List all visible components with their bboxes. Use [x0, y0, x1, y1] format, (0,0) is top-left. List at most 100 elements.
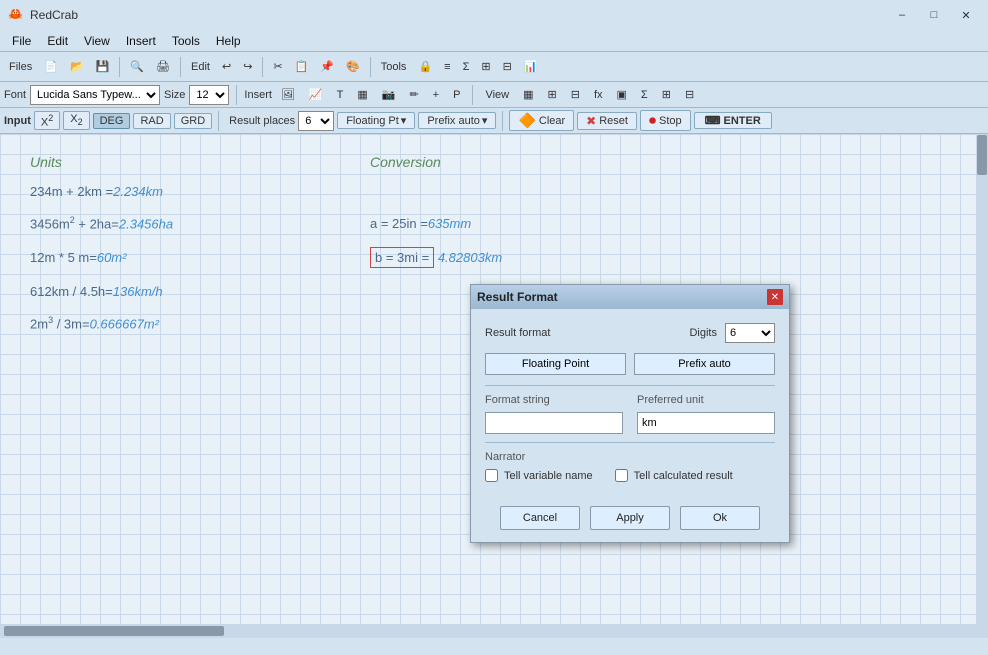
tb-new-button[interactable]: 📄 [39, 57, 63, 76]
ok-button[interactable]: Ok [680, 506, 760, 530]
floating-pt-button[interactable]: Floating Pt ▾ [337, 112, 415, 129]
tb-copy-button[interactable]: 📋 [290, 57, 314, 76]
result-places-select[interactable]: 6 2 4 8 [298, 111, 334, 131]
tb-list-button[interactable]: ≡ [439, 58, 455, 76]
tb-chart-button[interactable]: 📊 [519, 57, 543, 76]
format-string-input[interactable] [485, 412, 623, 434]
tb-undo-button[interactable]: ↩ [217, 57, 236, 76]
view-button[interactable]: View [480, 86, 514, 104]
expr-4: 612km / 4.5h=136km/h [30, 284, 370, 299]
input-bar: Input X2 X2 DEG RAD GRD Result places 6 … [0, 108, 988, 134]
lock-icon: 🔒 [418, 60, 432, 73]
maximize-button[interactable]: □ [920, 5, 948, 25]
insert-p-button[interactable]: P [448, 86, 465, 104]
view-cols-button[interactable]: ⊟ [566, 85, 585, 104]
insert-bar-button[interactable]: ▦ [352, 85, 372, 104]
scrollbar-thumb[interactable] [977, 135, 987, 175]
menu-tools[interactable]: Tools [164, 32, 208, 50]
section-conversion-title: Conversion [370, 154, 441, 170]
edit-button[interactable]: Edit [186, 58, 215, 76]
result-format-label: Result format [485, 327, 550, 339]
view-grid-button[interactable]: ⊞ [543, 85, 562, 104]
insert-image-button[interactable]: 🖼 [276, 85, 300, 104]
format-string-col: Format string [485, 394, 623, 434]
tell-calculated-checkbox[interactable] [615, 469, 628, 482]
floating-point-select[interactable]: Floating Point [485, 353, 626, 375]
tell-variable-checkbox[interactable] [485, 469, 498, 482]
sigma2-icon: Σ [641, 89, 648, 101]
tb-grid2-button[interactable]: ⊟ [498, 57, 517, 76]
view-table2-button[interactable]: ⊞ [657, 85, 676, 104]
tb-cut-button[interactable]: ✂ [268, 57, 287, 76]
view-matrix-button[interactable]: ▣ [612, 85, 632, 104]
menu-insert[interactable]: Insert [118, 32, 164, 50]
tools-label: Tools [381, 61, 407, 73]
sep2 [180, 57, 181, 77]
enter-button[interactable]: ⌨ ENTER [694, 112, 772, 129]
menu-edit[interactable]: Edit [39, 32, 76, 50]
tb-redo-button[interactable]: ↪ [238, 57, 257, 76]
clear-button[interactable]: 🔶 Clear [509, 110, 574, 131]
sigma-icon: Σ [463, 61, 470, 73]
tb-save-button[interactable]: 💾 [91, 57, 115, 76]
tb-grid1-button[interactable]: ⊞ [476, 57, 495, 76]
deg-button[interactable]: DEG [93, 113, 131, 129]
tb-open-button[interactable]: 📂 [65, 57, 89, 76]
stop-button[interactable]: ⏺ Stop [640, 110, 691, 131]
sep4 [370, 57, 371, 77]
view-sigma2-button[interactable]: Σ [636, 86, 653, 104]
open-icon: 📂 [70, 60, 84, 73]
format-icon: 🎨 [346, 60, 360, 73]
tb-lock-button[interactable]: 🔒 [413, 57, 437, 76]
insert-draw-button[interactable]: ✏ [404, 85, 423, 104]
insert-text-button[interactable]: T [332, 86, 349, 104]
tb-print-button[interactable]: 🖨 [151, 57, 175, 76]
x2lower-button[interactable]: X2 [63, 111, 89, 129]
expr-3: 12m * 5 m=60m² [30, 250, 370, 265]
image-icon: 🖼 [281, 88, 295, 101]
result-4: 136km/h [113, 284, 163, 299]
digits-select[interactable]: 6 2 4 8 10 [725, 323, 775, 343]
format-fields-row: Format string Preferred unit [485, 394, 775, 434]
tb-paste-button[interactable]: 📌 [315, 57, 339, 76]
tb-sigma-button[interactable]: Σ [458, 58, 475, 76]
h-scrollbar-thumb[interactable] [4, 626, 224, 636]
horizontal-scrollbar[interactable] [0, 624, 988, 638]
rad-button[interactable]: RAD [133, 113, 170, 129]
reset-button[interactable]: ✖ Reset [577, 112, 637, 130]
tools-button[interactable]: Tools [376, 58, 412, 76]
sep7 [218, 111, 219, 131]
insert-chart-button[interactable]: 📈 [304, 85, 328, 104]
menu-view[interactable]: View [76, 32, 118, 50]
dialog-close-button[interactable]: ✕ [767, 289, 783, 305]
close-button[interactable]: ✕ [952, 5, 980, 25]
view-graph-button[interactable]: ⊟ [680, 85, 699, 104]
prefix-auto-select[interactable]: Prefix auto [634, 353, 775, 375]
result-2: 2.3456ha [119, 216, 173, 231]
paste-icon: 📌 [320, 60, 334, 73]
calc-line-2: 3456m2 + 2ha=2.3456ha a = 25in =635mm [30, 215, 958, 231]
minimize-button[interactable]: – [888, 5, 916, 25]
insert-plus-button[interactable]: + [428, 86, 444, 104]
menu-help[interactable]: Help [208, 32, 249, 50]
prefix-auto-button[interactable]: Prefix auto ▾ [418, 112, 496, 129]
x2-button[interactable]: X2 [34, 111, 60, 131]
menu-file[interactable]: File [4, 32, 39, 50]
text-icon: T [337, 89, 344, 101]
dialog-title: Result Format [477, 290, 558, 304]
vertical-scrollbar[interactable] [976, 134, 988, 624]
view-fx-button[interactable]: fx [589, 86, 608, 104]
preferred-unit-input[interactable] [637, 412, 775, 434]
tb-format-button[interactable]: 🎨 [341, 57, 365, 76]
cancel-button[interactable]: Cancel [500, 506, 580, 530]
size-select[interactable]: 12 [189, 85, 229, 105]
apply-button[interactable]: Apply [590, 506, 670, 530]
files-button[interactable]: Files [4, 58, 37, 76]
font-select[interactable]: Lucida Sans Typew... [30, 85, 160, 105]
grd-button[interactable]: GRD [174, 113, 212, 129]
view-table-button[interactable]: ▦ [518, 85, 538, 104]
tb-search-button[interactable]: 🔍 [125, 57, 149, 76]
result-1: 2.234km [113, 184, 163, 199]
insert-photo-button[interactable]: 📷 [377, 85, 401, 104]
graph-icon: ⊟ [685, 88, 694, 101]
